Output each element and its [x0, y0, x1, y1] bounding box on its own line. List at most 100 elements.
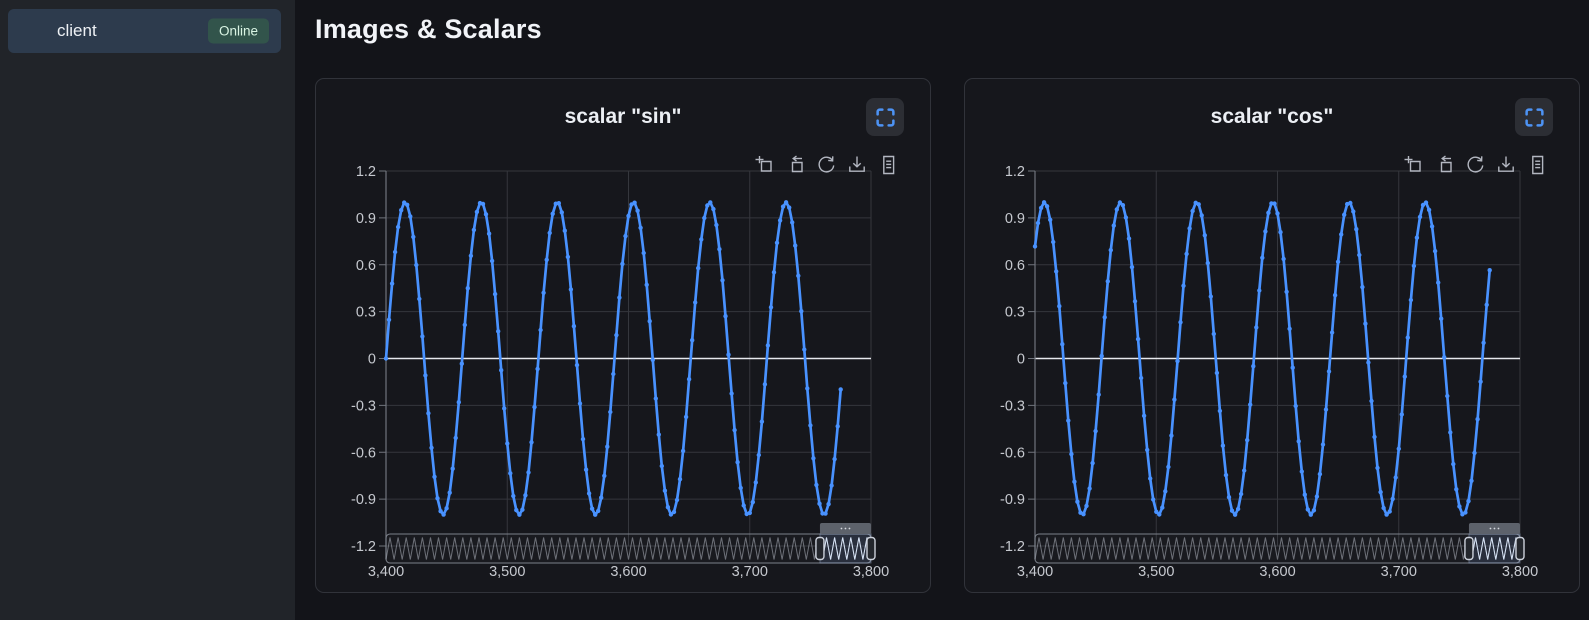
data-point	[754, 480, 758, 484]
datazoom-handle-left[interactable]	[816, 538, 824, 560]
data-point	[1439, 317, 1443, 321]
fullscreen-icon	[875, 107, 896, 128]
data-point	[1190, 209, 1194, 213]
data-point	[1433, 249, 1437, 253]
zoom-back-icon[interactable]	[785, 155, 805, 175]
data-point	[1145, 448, 1149, 452]
data-point	[405, 203, 409, 207]
data-point	[1442, 355, 1446, 359]
data-point	[1266, 211, 1270, 215]
data-point	[742, 503, 746, 507]
data-point	[1160, 505, 1164, 509]
data-point	[511, 494, 515, 498]
data-point	[763, 382, 767, 386]
expand-button[interactable]	[1515, 98, 1553, 136]
data-point	[1127, 236, 1131, 240]
chart-canvas[interactable]: 3,4003,5003,6003,7003,8001.20.90.60.30-0…	[965, 139, 1581, 594]
y-tick-label: 0.9	[356, 211, 376, 227]
x-tick-label: 3,800	[1502, 564, 1538, 580]
data-point	[829, 483, 833, 487]
expand-button[interactable]	[866, 98, 904, 136]
x-tick-label: 3,600	[1259, 564, 1295, 580]
x-tick-label: 3,400	[1017, 564, 1053, 580]
data-point	[587, 491, 591, 495]
data-point	[1227, 495, 1231, 499]
data-point	[460, 362, 464, 366]
axis-labels: 3,4003,5003,6003,7003,8001.20.90.60.30-0…	[351, 164, 889, 580]
data-point	[1321, 442, 1325, 446]
data-point	[463, 323, 467, 327]
data-point	[490, 259, 494, 263]
data-point	[1130, 265, 1134, 269]
datazoom-handle-right[interactable]	[867, 538, 875, 560]
data-point	[836, 424, 840, 428]
data-point	[1451, 462, 1455, 466]
x-tick-label: 3,500	[489, 564, 525, 580]
data-point	[663, 489, 667, 493]
data-point	[590, 507, 594, 511]
y-tick-label: 0.3	[1005, 305, 1025, 321]
download-icon[interactable]	[1496, 155, 1516, 175]
data-point	[1488, 268, 1492, 272]
data-point	[1457, 504, 1461, 508]
chart-title: scalar "sin"	[316, 105, 930, 129]
data-point	[1166, 465, 1170, 469]
data-point	[1388, 509, 1392, 513]
datazoom-handle-left[interactable]	[1465, 538, 1473, 560]
chart-toolbar	[754, 155, 898, 175]
data-point	[1112, 223, 1116, 227]
zoom-back-icon[interactable]	[1434, 155, 1454, 175]
data-view-icon[interactable]	[1527, 155, 1547, 175]
data-point	[1357, 253, 1361, 257]
data-point	[1063, 381, 1067, 385]
data-point	[1275, 211, 1279, 215]
data-point	[638, 226, 642, 230]
data-point	[466, 286, 470, 290]
data-point	[384, 356, 388, 360]
y-tick-label: -1.2	[351, 539, 376, 555]
data-point	[420, 334, 424, 338]
datazoom-handle-right[interactable]	[1516, 538, 1524, 560]
data-point	[1157, 512, 1161, 516]
data-point	[645, 283, 649, 287]
axes	[379, 171, 386, 559]
zoom-select-icon[interactable]	[754, 155, 774, 175]
data-point	[532, 405, 536, 409]
data-point	[1263, 229, 1267, 233]
data-point	[1148, 476, 1152, 480]
data-point	[735, 460, 739, 464]
sidebar-item-client[interactable]: client Online	[8, 9, 281, 53]
data-point	[808, 423, 812, 427]
data-view-icon[interactable]	[878, 155, 898, 175]
data-point	[714, 223, 718, 227]
data-point	[448, 491, 452, 495]
restore-icon[interactable]	[1465, 155, 1485, 175]
chart-canvas[interactable]: 3,4003,5003,6003,7003,8001.20.90.60.30-0…	[316, 139, 932, 594]
x-tick-label: 3,600	[610, 564, 646, 580]
data-point	[711, 207, 715, 211]
data-point	[451, 467, 455, 471]
data-point	[1233, 513, 1237, 517]
data-point	[687, 377, 691, 381]
data-point	[1139, 376, 1143, 380]
data-point	[708, 200, 712, 204]
data-point	[1175, 359, 1179, 363]
data-point	[617, 295, 621, 299]
data-point	[1409, 298, 1413, 302]
data-point	[551, 212, 555, 216]
data-point	[517, 513, 521, 517]
restore-icon[interactable]	[816, 155, 836, 175]
data-point	[632, 201, 636, 205]
data-point	[1415, 236, 1419, 240]
zoom-select-icon[interactable]	[1403, 155, 1423, 175]
data-point	[1418, 215, 1422, 219]
data-point	[1342, 213, 1346, 217]
data-point	[772, 270, 776, 274]
data-point	[1436, 280, 1440, 284]
data-point	[839, 387, 843, 391]
page-title: Images & Scalars	[315, 14, 1589, 45]
data-point	[1472, 451, 1476, 455]
data-point	[796, 274, 800, 278]
download-icon[interactable]	[847, 155, 867, 175]
data-point	[781, 204, 785, 208]
